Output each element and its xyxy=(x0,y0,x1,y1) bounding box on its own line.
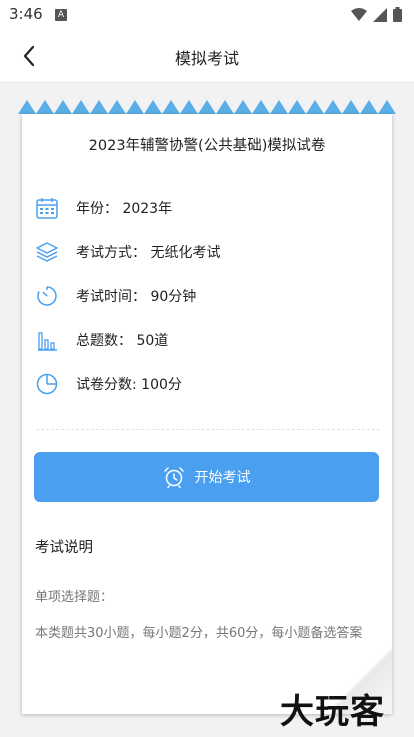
alarm-clock-icon xyxy=(163,466,185,488)
paper-title: 2023年辅警协警(公共基础)模拟试卷 xyxy=(88,138,326,154)
info-row-year: 年份： 2023年 xyxy=(34,193,172,223)
triangle-decoration xyxy=(216,100,234,114)
triangle-decoration xyxy=(90,100,108,114)
triangle-decoration xyxy=(18,100,36,114)
triangle-decoration xyxy=(234,100,252,114)
wifi-icon xyxy=(351,7,367,21)
triangle-decoration xyxy=(324,100,342,114)
triangle-decoration xyxy=(252,100,270,114)
bar-chart-icon xyxy=(34,327,60,353)
info-method-label: 考试方式： 无纸化考试 xyxy=(76,245,221,261)
triangle-decoration xyxy=(72,100,90,114)
battery-icon xyxy=(393,7,402,22)
triangle-decoration xyxy=(144,100,162,114)
exam-card: 2023年辅警协警(公共基础)模拟试卷 年份： 2023年 考试方式： 无纸化考… xyxy=(22,114,392,714)
triangle-decoration xyxy=(108,100,126,114)
triangle-decoration xyxy=(378,100,396,114)
start-exam-button[interactable]: 开始考试 xyxy=(34,452,379,502)
triangle-decoration xyxy=(198,100,216,114)
timer-icon xyxy=(34,283,60,309)
triangle-decoration xyxy=(180,100,198,114)
divider xyxy=(36,429,380,430)
info-year-label: 年份： 2023年 xyxy=(76,201,173,217)
triangle-border-decoration xyxy=(18,100,396,114)
watermark-logo: 大玩客 xyxy=(280,692,385,732)
calendar-icon xyxy=(34,195,60,221)
info-row-count: 总题数： 50道 xyxy=(34,325,168,355)
signal-icon xyxy=(373,7,387,22)
page-title: 模拟考试 xyxy=(174,49,239,68)
section-description: 本类题共30小题，每小题2分，共60分，每小题备选答案 xyxy=(35,626,363,641)
triangle-decoration xyxy=(54,100,72,114)
info-time-label: 考试时间： 90分钟 xyxy=(76,289,197,305)
triangle-decoration xyxy=(162,100,180,114)
section-label: 单项选择题： xyxy=(35,590,114,605)
start-exam-label: 开始考试 xyxy=(194,470,251,486)
status-bar: 3:46 A xyxy=(0,0,414,30)
info-count-label: 总题数： 50道 xyxy=(76,333,169,349)
title-bar: 模拟考试 xyxy=(0,30,414,83)
triangle-decoration xyxy=(360,100,378,114)
layers-icon xyxy=(34,239,60,265)
triangle-decoration xyxy=(288,100,306,114)
triangle-decoration xyxy=(270,100,288,114)
info-score-label: 试卷分数: 100分 xyxy=(76,377,182,393)
status-icons xyxy=(351,7,402,22)
status-time: 3:46 xyxy=(9,5,43,23)
triangle-decoration xyxy=(342,100,360,114)
triangle-decoration xyxy=(126,100,144,114)
notification-icon: A xyxy=(55,9,67,21)
info-row-score: 试卷分数: 100分 xyxy=(34,369,182,399)
info-row-time: 考试时间： 90分钟 xyxy=(34,281,196,311)
info-row-method: 考试方式： 无纸化考试 xyxy=(34,237,220,267)
pie-chart-icon xyxy=(34,371,60,397)
instructions-title: 考试说明 xyxy=(35,540,93,556)
triangle-decoration xyxy=(36,100,54,114)
triangle-decoration xyxy=(306,100,324,114)
